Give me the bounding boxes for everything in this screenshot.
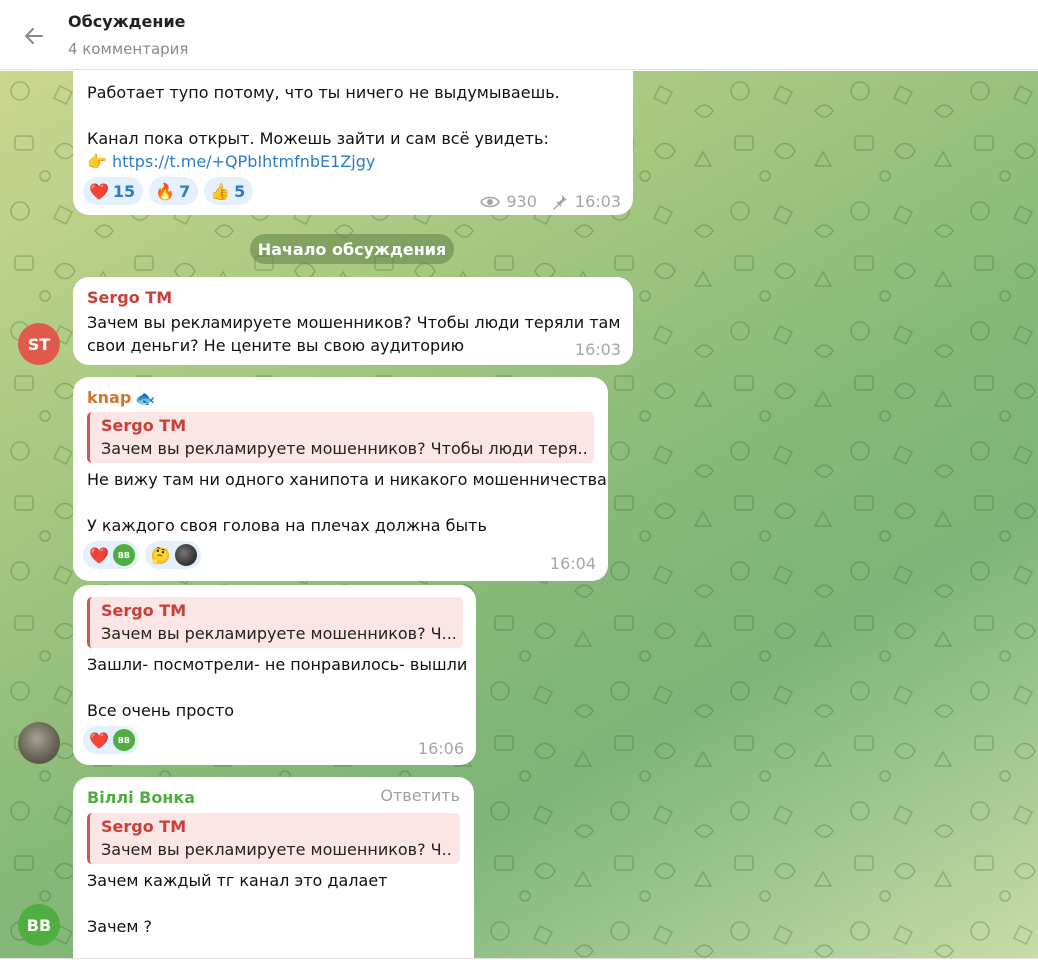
reaction-fire[interactable]: 🔥 7 <box>149 177 199 205</box>
avatar-sergo[interactable]: ST <box>18 323 60 365</box>
thinking-face-icon: 🤔 <box>150 545 171 565</box>
message-text-line2: Зачем ? <box>87 917 153 936</box>
reply-text: Зачем вы рекламируете мошенников? Ч... <box>101 840 452 859</box>
pin-icon <box>552 194 567 210</box>
message-text-line2: Все очень просто <box>87 701 235 720</box>
message-reactions: ❤️ BB <box>83 726 139 754</box>
reply-text: Зачем вы рекламируете мошенников? Чтобы … <box>101 439 586 458</box>
reaction-heart[interactable]: ❤️ BB <box>83 541 139 569</box>
heart-icon: ❤️ <box>89 181 109 201</box>
message-text-line1: Зачем каждый тг канал это далает <box>87 871 388 890</box>
message-reply-1[interactable]: Sergo TM Зачем вы рекламируете мошеннико… <box>73 585 476 765</box>
avatar-photo[interactable] <box>18 722 60 764</box>
reply-quote[interactable]: Sergo TM Зачем вы рекламируете мошеннико… <box>87 597 463 648</box>
message-willi[interactable]: Віллі Вонка Ответить Sergo TM Зачем вы р… <box>73 777 474 958</box>
reaction-heart[interactable]: ❤️ 15 <box>83 177 144 205</box>
reply-quote[interactable]: Sergo TM Зачем вы рекламируете мошеннико… <box>87 813 460 864</box>
discussion-start-divider: Начало обсуждения <box>250 234 454 264</box>
reaction-thinking[interactable]: 🤔 <box>144 541 201 569</box>
channel-invite-link[interactable]: https://t.me/+QPbIhtmfnbE1Zjgy <box>112 152 375 171</box>
message-reactions: ❤️ BB 🤔 <box>83 541 201 569</box>
reaction-thumbs-up[interactable]: 👍 5 <box>204 177 254 205</box>
composer-area[interactable] <box>0 958 1038 979</box>
reply-sender: Sergo TM <box>101 601 187 620</box>
message-text-line2: У каждого своя голова на плечах должна б… <box>87 516 487 535</box>
post-time: 16:03 <box>574 192 621 211</box>
post-views: 930 <box>506 192 537 211</box>
fish-badge-icon: 🐟 <box>135 388 156 408</box>
chat-area[interactable]: Работает тупо потому, что ты ничего не в… <box>0 71 1038 958</box>
reply-action-button[interactable]: Ответить <box>380 786 460 805</box>
post-meta: 930 16:03 <box>480 192 621 211</box>
sender-row: knap 🐟 <box>87 387 155 409</box>
sender-name[interactable]: Віллі Вонка <box>87 787 195 809</box>
back-button[interactable] <box>18 20 50 52</box>
reaction-heart[interactable]: ❤️ BB <box>83 726 139 754</box>
reactor-avatar-dark <box>174 544 197 566</box>
sender-name[interactable]: knap <box>87 387 131 409</box>
post-link-row: 👉 https://t.me/+QPbIhtmfnbE1Zjgy <box>87 150 375 173</box>
thumbs-up-icon: 👍 <box>210 181 231 201</box>
heart-icon: ❤️ <box>89 545 109 565</box>
message-time: 16:03 <box>574 340 621 359</box>
message-text-line1: Не вижу там ни одного ханипота и никаког… <box>87 470 607 489</box>
message-text-line1: Зашли- посмотрели- не понравилось- вышли <box>87 655 468 674</box>
heart-icon: ❤️ <box>89 730 109 750</box>
post-text-line1: Работает тупо потому, что ты ничего не в… <box>87 83 560 102</box>
eye-icon <box>480 196 501 207</box>
post-text-line2: Канал пока открыт. Можешь зайти и сам вс… <box>87 129 549 148</box>
message-time: 16:04 <box>549 554 596 573</box>
reply-text: Зачем вы рекламируете мошенников? Ч... <box>101 624 455 643</box>
fire-icon: 🔥 <box>155 181 176 201</box>
reactor-avatar-bb: BB <box>112 729 135 751</box>
reply-sender: Sergo TM <box>101 817 187 836</box>
reply-sender: Sergo TM <box>101 416 187 435</box>
post-reactions: ❤️ 15 🔥 7 👍 5 <box>83 177 254 205</box>
comment-count: 4 комментария <box>68 40 189 58</box>
message-text-line1: Зачем вы рекламируете мошенников? Чтобы … <box>87 313 621 332</box>
reply-quote[interactable]: Sergo TM Зачем вы рекламируете мошеннико… <box>87 412 594 463</box>
message-time: 16:06 <box>417 739 464 758</box>
reactor-avatar-bb: BB <box>112 544 135 566</box>
message-sergo[interactable]: Sergo TM Зачем вы рекламируете мошеннико… <box>73 277 633 365</box>
channel-post-bubble[interactable]: Работает тупо потому, что ты ничего не в… <box>73 71 633 215</box>
sender-name[interactable]: Sergo TM <box>87 287 172 309</box>
chat-title: Обсуждение <box>68 12 186 31</box>
chat-header: Обсуждение 4 комментария <box>0 0 1038 70</box>
avatar-willi[interactable]: BB <box>18 904 60 946</box>
arrow-left-icon <box>25 28 43 44</box>
message-text-line2: свои деньги? Не цените вы свою аудиторию <box>87 336 465 355</box>
pointing-hand-emoji: 👉 <box>87 152 107 171</box>
message-knap[interactable]: knap 🐟 Sergo TM Зачем вы рекламируете мо… <box>73 377 608 581</box>
